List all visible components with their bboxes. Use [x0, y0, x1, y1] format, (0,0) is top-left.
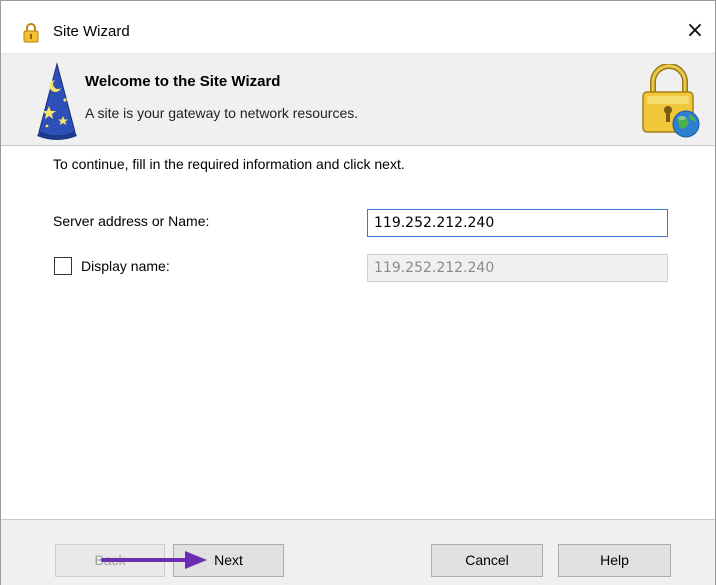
- display-name-checkbox[interactable]: [54, 257, 72, 275]
- display-name-label[interactable]: Display name:: [81, 258, 170, 274]
- server-address-input[interactable]: 119.252.212.240: [367, 209, 668, 237]
- banner-subtitle: A site is your gateway to network resour…: [85, 105, 359, 121]
- banner-title: Welcome to the Site Wizard: [85, 73, 281, 90]
- cancel-button[interactable]: Cancel: [431, 544, 543, 577]
- help-button[interactable]: Help: [558, 544, 671, 577]
- close-button[interactable]: ×: [675, 15, 715, 47]
- header-banner: Welcome to the Site Wizard A site is you…: [1, 53, 715, 146]
- close-icon: ×: [685, 18, 705, 43]
- site-wizard-window: Site Wizard × Welcome to the Site Wizard…: [0, 0, 716, 585]
- back-button: Back: [55, 544, 165, 577]
- server-address-label: Server address or Name:: [53, 213, 210, 229]
- display-name-input: 119.252.212.240: [367, 254, 668, 282]
- lock-icon: [23, 23, 39, 43]
- lock-globe-icon: [642, 64, 700, 138]
- next-button[interactable]: Next: [173, 544, 284, 577]
- title-bar: Site Wizard ×: [1, 1, 715, 53]
- wizard-hat-icon: [37, 62, 77, 140]
- instruction-text: To continue, fill in the required inform…: [53, 156, 405, 172]
- footer-bar: Back Next Cancel Help: [1, 519, 715, 585]
- window-title: Site Wizard: [53, 23, 130, 40]
